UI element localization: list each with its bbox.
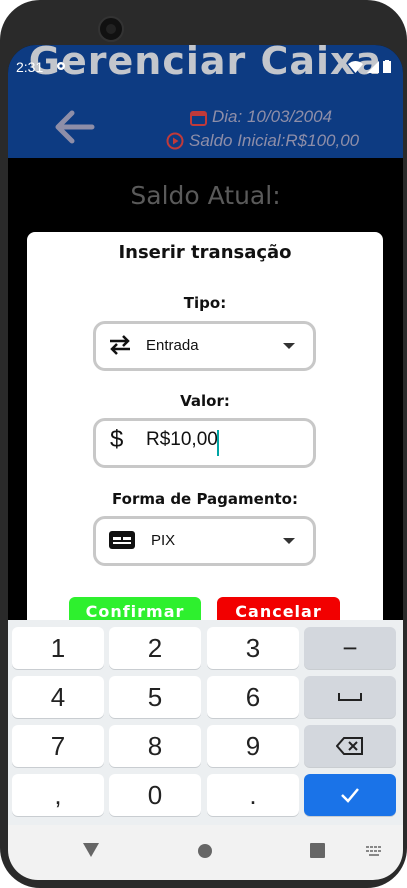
front-camera [98,16,124,42]
play-circle-icon [166,132,184,150]
forma-pagamento-value: PIX [151,532,176,549]
app-bar: Gerenciar Caixa 2:31 Dia: 10/03/2004 Sal… [8,45,403,158]
device-frame: Gerenciar Caixa 2:31 Dia: 10/03/2004 Sal… [0,0,407,888]
dialog-title: Inserir transação [118,242,292,263]
backspace-icon [336,737,363,755]
key-0[interactable]: 0 [109,774,201,816]
saldo-inicial-text: Saldo Inicial:R$100,00 [189,131,360,150]
key-minus[interactable]: − [304,627,396,669]
back-triangle-icon[interactable] [82,842,100,858]
swap-arrows-icon [108,334,132,361]
settings-status-icon [54,59,68,78]
key-1[interactable]: 1 [12,627,104,669]
forma-pagamento-label: Forma de Pagamento: [112,490,298,508]
key-space[interactable] [304,676,396,718]
key-period[interactable]: . [207,774,299,816]
system-nav-bar [8,825,403,880]
status-icons [348,60,391,73]
key-done[interactable] [304,774,396,816]
transaction-dialog: Inserir transação Tipo: Entrada Valor: $… [27,232,383,652]
saldo-atual-label: Saldo Atual: [130,181,281,210]
signal-icon [367,60,379,73]
tipo-select[interactable]: Entrada [93,321,316,371]
key-2[interactable]: 2 [109,627,201,669]
valor-input[interactable]: $ R$10,00 [93,418,316,468]
info-block: Dia: 10/03/2004 Saldo Inicial:R$100,00 [166,105,359,153]
numeric-keyboard: 1 2 3 − 4 5 6 7 8 9 , 0 . [8,620,403,825]
payment-card-icon [108,529,136,556]
valor-label: Valor: [180,392,230,410]
forma-pagamento-select[interactable]: PIX [93,516,316,566]
text-cursor [217,430,219,456]
chevron-down-icon [283,343,295,349]
status-time: 2:31 [16,59,44,75]
key-8[interactable]: 8 [109,725,201,767]
checkmark-icon [341,788,359,803]
dollar-icon: $ [110,426,124,453]
key-comma[interactable]: , [12,774,104,816]
screen: Gerenciar Caixa 2:31 Dia: 10/03/2004 Sal… [8,45,403,880]
tipo-label: Tipo: [183,294,227,312]
calendar-icon [190,110,207,126]
key-backspace[interactable] [304,725,396,767]
key-9[interactable]: 9 [207,725,299,767]
home-circle-icon[interactable] [197,843,213,859]
tipo-value: Entrada [146,337,199,354]
keyboard-switch-icon[interactable] [366,846,382,856]
chevron-down-icon [283,538,295,544]
date-text: Dia: 10/03/2004 [212,107,333,126]
battery-icon [383,60,391,73]
key-4[interactable]: 4 [12,676,104,718]
valor-value: R$10,00 [146,429,218,450]
key-5[interactable]: 5 [109,676,201,718]
recents-square-icon[interactable] [310,843,325,858]
key-6[interactable]: 6 [207,676,299,718]
key-7[interactable]: 7 [12,725,104,767]
key-3[interactable]: 3 [207,627,299,669]
back-arrow-icon[interactable] [52,105,96,149]
space-icon [338,693,362,701]
wifi-icon [348,60,363,73]
